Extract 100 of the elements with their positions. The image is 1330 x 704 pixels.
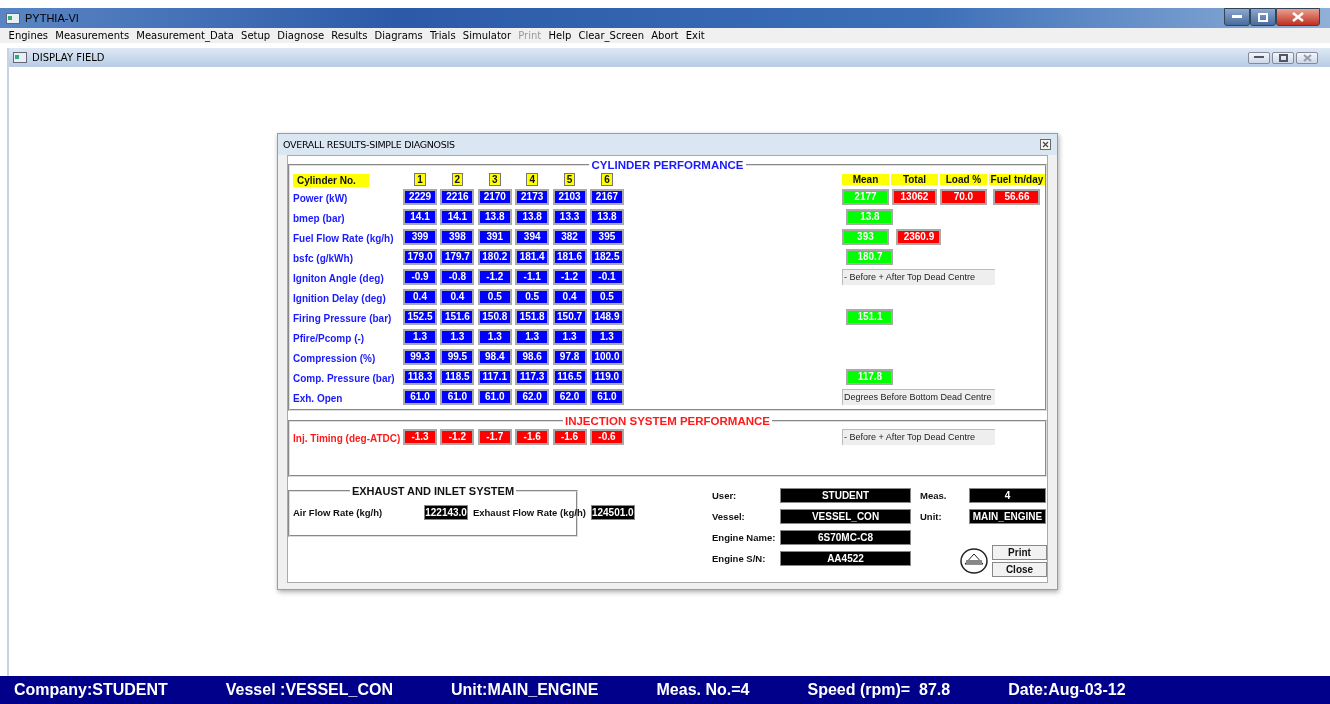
value-cell: 100.0 [589, 349, 624, 365]
row-label: Inj. Timing (deg-ATDC) [293, 433, 401, 444]
menu-item[interactable]: Measurements [51, 28, 133, 43]
menu-item[interactable]: Exit [682, 28, 709, 43]
value-field: STUDENT [780, 488, 911, 503]
value-field: 6S70MC-C8 [780, 530, 911, 545]
restore-button[interactable] [1250, 8, 1276, 26]
field-label: Unit: [920, 511, 943, 522]
column-header: Fuel tn/day [988, 173, 1045, 185]
row-label: Exh. Open [293, 393, 343, 404]
minimize-button[interactable] [1248, 51, 1270, 64]
value-cell: 151.1 [846, 309, 894, 325]
section-title: CYLINDER PERFORMANCE [590, 159, 745, 171]
menu-item[interactable]: Engines [5, 28, 52, 43]
dialog-button[interactable]: Close [992, 562, 1047, 577]
value-field: 4 [969, 488, 1046, 503]
field-label: Exhaust Flow Rate (kg/h) [472, 507, 586, 518]
column-header: 1 [415, 173, 425, 185]
value-cell: 56.66 [993, 189, 1041, 205]
value-cell: 2360.9 [896, 229, 942, 245]
value-cell: -1.2 [552, 269, 587, 285]
value-field: 124501.0 [590, 505, 635, 520]
field-label: Engine Name: [712, 532, 777, 543]
menu-item[interactable]: Simulator [459, 28, 515, 43]
value-cell: 391 [477, 229, 512, 245]
close-icon [1302, 53, 1312, 62]
value-field: VESSEL_CON [780, 509, 911, 524]
value-cell: 393 [841, 229, 889, 245]
dialog-button[interactable]: Print [992, 545, 1047, 560]
close-button[interactable] [1040, 139, 1051, 150]
menu-item[interactable]: Help [544, 28, 575, 43]
value-cell: 13.8 [515, 209, 550, 225]
value-cell: 151.8 [515, 309, 550, 325]
value-cell: 118.3 [403, 369, 437, 385]
maximize-icon [1278, 53, 1288, 62]
value-cell: 13.8 [589, 209, 624, 225]
logo-icon [960, 548, 988, 574]
value-cell: 97.8 [552, 349, 587, 365]
minimize-icon [1232, 15, 1242, 19]
menu-item[interactable]: Setup [237, 28, 274, 43]
status-item: Date:Aug-03-12 [1008, 681, 1126, 699]
value-cell: 2177 [841, 189, 889, 205]
column-header: 5 [564, 173, 575, 185]
value-cell: 2170 [477, 189, 512, 205]
value-cell: 398 [440, 229, 475, 245]
value-cell: 395 [589, 229, 624, 245]
value-cell: 151.6 [440, 309, 475, 325]
menu-item[interactable]: Measurement_Data [132, 28, 238, 43]
value-cell: 14.1 [403, 209, 437, 225]
status-item: Speed (rpm)= 87.8 [807, 681, 951, 699]
value-field: AA4522 [780, 551, 911, 566]
close-button[interactable] [1276, 8, 1320, 26]
value-cell: 13.3 [552, 209, 587, 225]
row-label: bmep (bar) [293, 213, 345, 224]
value-cell: 117.3 [515, 369, 550, 385]
status-item: Unit:MAIN_ENGINE [450, 681, 599, 699]
value-cell: 1.3 [589, 329, 624, 345]
window-title: PYTHIA-VI [25, 12, 79, 24]
row-label: Power (kW) [293, 193, 348, 204]
row-label: bsfc (g/kWh) [293, 253, 353, 264]
value-cell: 62.0 [552, 389, 587, 405]
column-header: 2 [452, 173, 463, 185]
menu-item[interactable]: Clear_Screen [574, 28, 648, 43]
minimize-icon [1254, 56, 1264, 59]
value-cell: 61.0 [589, 389, 624, 405]
window-icon [6, 12, 20, 24]
menu-item[interactable]: Abort [647, 28, 683, 43]
menu-item[interactable]: Trials [426, 28, 460, 43]
status-item: Company:STUDENT [14, 681, 168, 699]
value-cell: 14.1 [440, 209, 475, 225]
status-item: Meas. No.=4 [656, 681, 750, 699]
column-header: Mean [841, 173, 889, 185]
value-cell: -1.1 [515, 269, 550, 285]
value-cell: 0.5 [477, 289, 512, 305]
field-label: User: [712, 490, 738, 501]
value-cell: 150.7 [552, 309, 587, 325]
column-header: Load % [939, 173, 987, 185]
value-cell: 119.0 [589, 369, 624, 385]
row-label: Compression (%) [293, 353, 376, 364]
close-icon [1042, 141, 1049, 148]
value-cell: 152.5 [403, 309, 437, 325]
menu-item[interactable]: Diagrams [371, 28, 427, 43]
menu-item[interactable]: Results [327, 28, 371, 43]
value-cell: 179.7 [440, 249, 475, 265]
field-label: Meas. [920, 490, 948, 501]
maximize-button[interactable] [1272, 51, 1294, 64]
value-cell: 1.3 [403, 329, 437, 345]
value-cell: 61.0 [477, 389, 512, 405]
value-field: 122143.0 [424, 505, 468, 520]
value-cell: 2167 [589, 189, 624, 205]
value-cell: 180.2 [477, 249, 512, 265]
restore-icon [1258, 12, 1268, 22]
value-cell: 0.4 [403, 289, 437, 305]
value-cell: 117.8 [846, 369, 894, 385]
value-cell: 61.0 [440, 389, 475, 405]
field-label: Air Flow Rate (kg/h) [293, 507, 383, 518]
menu-item[interactable]: Diagnose [273, 28, 328, 43]
dialog-title: OVERALL RESULTS-SIMPLE DIAGNOSIS [283, 139, 455, 150]
minimize-button[interactable] [1224, 8, 1250, 26]
value-cell: 13.8 [477, 209, 512, 225]
